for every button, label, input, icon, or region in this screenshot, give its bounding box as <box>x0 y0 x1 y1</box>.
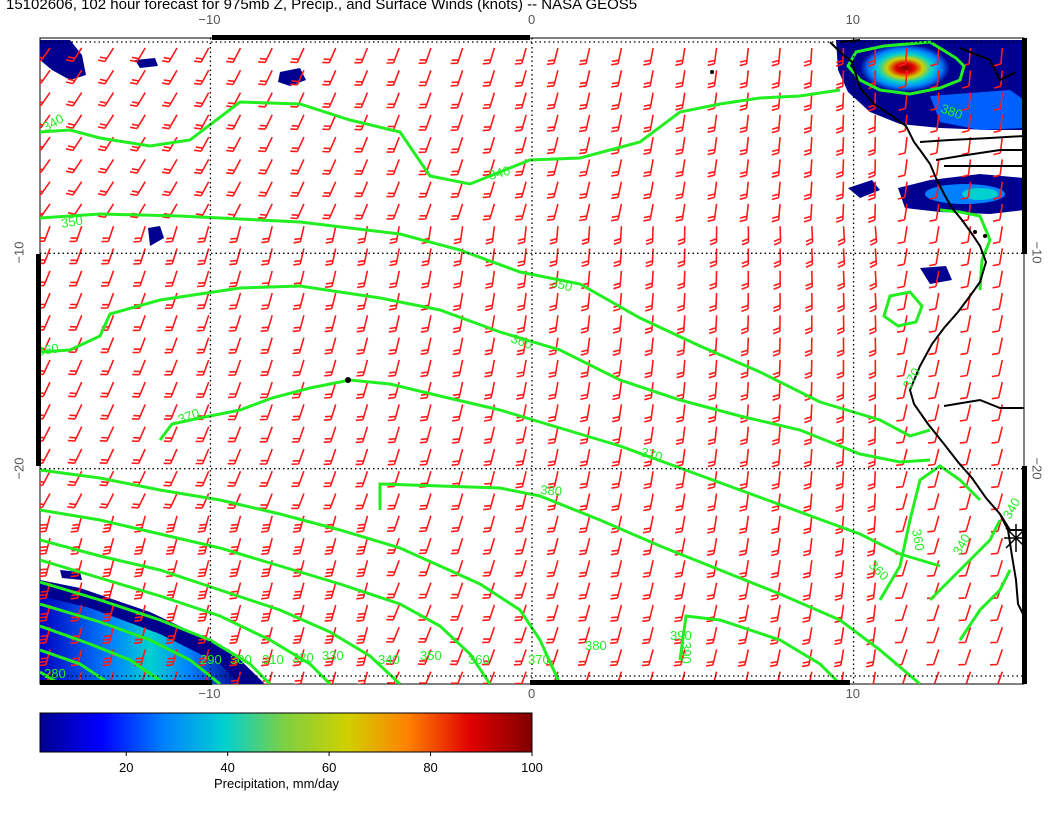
contour-label: 360 <box>468 652 490 667</box>
island-dot <box>973 230 977 234</box>
contour-label: 350 <box>420 648 442 663</box>
contour-label: 390 <box>679 642 694 664</box>
lat-tick-label-right: −20 <box>1029 457 1045 480</box>
contour-label: 300 <box>230 652 252 667</box>
contour-label: 320 <box>292 650 314 665</box>
map-figure: 15102606, 102 hour forecast for 975mb Z,… <box>0 0 1056 816</box>
contour-label: 340 <box>378 652 400 667</box>
lon-tick-label-top: 0 <box>528 12 536 27</box>
contour-label: 380 <box>585 638 607 653</box>
contour-label: 380 <box>540 482 563 499</box>
contour-label: 280 <box>44 666 66 681</box>
lon-tick-label-top: −10 <box>198 12 221 27</box>
colorbar-tick-label: 80 <box>423 760 437 775</box>
lon-tick-label-bottom: −10 <box>198 686 221 701</box>
lat-tick-label-right: −10 <box>1029 241 1045 264</box>
colorbar-tick-label: 20 <box>119 760 133 775</box>
contour-label: 290 <box>200 652 222 667</box>
colorbar-ramp <box>39 712 533 753</box>
lon-tick-label-bottom: 0 <box>528 686 536 701</box>
lat-tick-label-left: −10 <box>11 241 27 264</box>
island-dot <box>345 377 351 383</box>
island-dot <box>710 70 714 74</box>
colorbar-label: Precipitation, mm/day <box>214 776 339 791</box>
colorbar: 20 40 60 80 100 <box>39 712 543 775</box>
lon-tick-label-top: 10 <box>845 12 861 27</box>
colorbar-tick-label: 40 <box>220 760 234 775</box>
colorbar-tick-label: 60 <box>322 760 336 775</box>
lat-tick-label-left: −20 <box>11 457 27 480</box>
colorbar-tick-label: 100 <box>521 760 543 775</box>
island-dot <box>983 234 987 238</box>
contour-label: 390 <box>670 628 692 643</box>
contour-label: 310 <box>262 652 284 667</box>
lon-tick-label-bottom: 10 <box>845 686 861 701</box>
contour-label: 370 <box>528 652 550 667</box>
contour-label: 330 <box>322 648 344 663</box>
